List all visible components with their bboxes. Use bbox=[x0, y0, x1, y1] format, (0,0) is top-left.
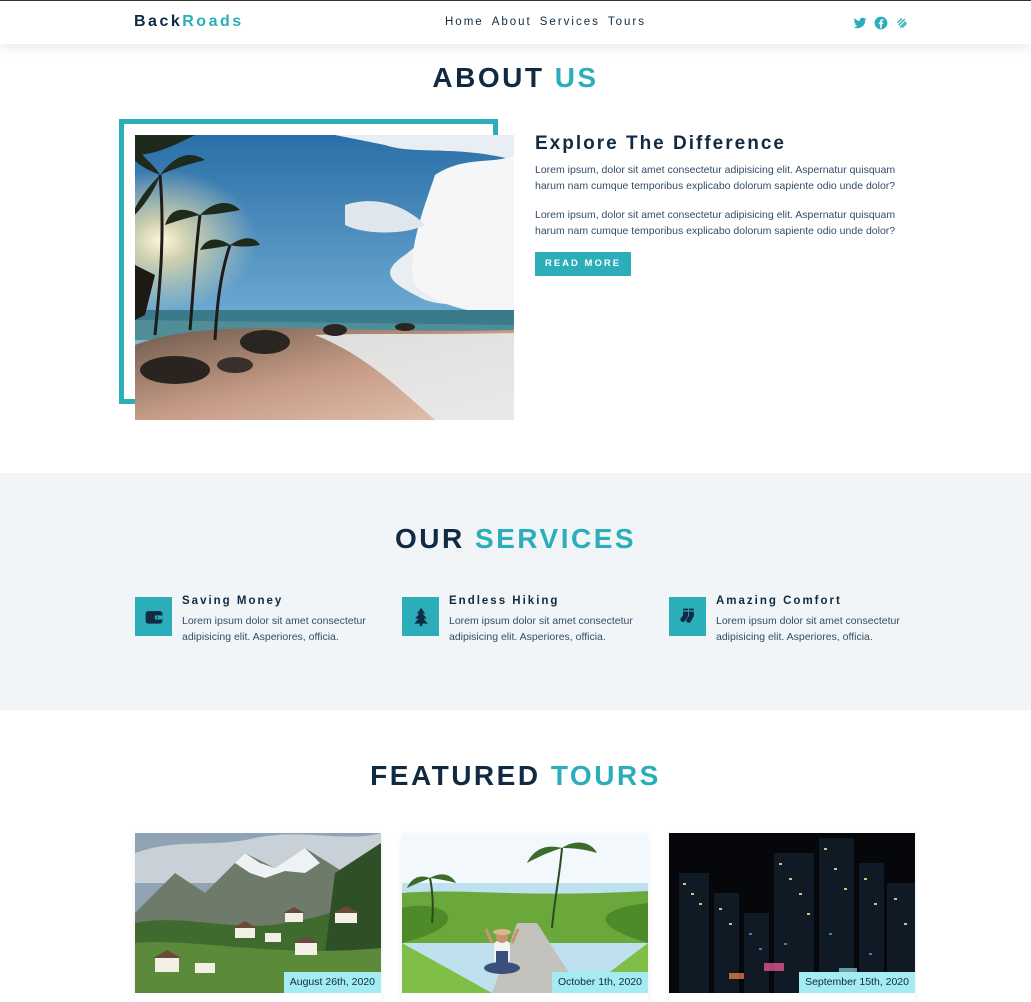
tours-title-part1: FEATURED bbox=[370, 760, 541, 791]
tour-image-city-night bbox=[669, 833, 915, 993]
twitter-icon[interactable] bbox=[853, 16, 867, 30]
service-text: Lorem ipsum dolor sit amet consectetur a… bbox=[182, 615, 366, 643]
nav-link-about[interactable]: About bbox=[492, 16, 532, 28]
about-title: ABOUT US bbox=[0, 62, 1031, 94]
tour-date: October 1th, 2020 bbox=[551, 972, 648, 993]
about-title-part2: US bbox=[554, 62, 599, 93]
nav-link-tours[interactable]: Tours bbox=[608, 16, 646, 28]
tour-card[interactable]: August 26th, 2020 bbox=[135, 833, 381, 1002]
service-text: Lorem ipsum dolor sit amet consectetur a… bbox=[716, 615, 900, 643]
service-item-saving-money: Saving Money Lorem ipsum dolor sit amet … bbox=[135, 595, 385, 655]
tour-image-jungle-road bbox=[402, 833, 648, 993]
about-paragraph-2: Lorem ipsum, dolor sit amet consectetur … bbox=[535, 209, 896, 237]
services-title-part2: SERVICES bbox=[474, 523, 637, 554]
logo-part2: Roads bbox=[182, 13, 244, 30]
tour-card[interactable]: October 1th, 2020 bbox=[402, 833, 648, 1002]
facebook-icon[interactable] bbox=[874, 16, 888, 30]
about-heading: Explore The Difference bbox=[535, 133, 786, 154]
nav-link-home[interactable]: Home bbox=[445, 16, 484, 28]
about-paragraph-1: Lorem ipsum, dolor sit amet consectetur … bbox=[535, 164, 896, 192]
services-title-part1: OUR bbox=[394, 523, 465, 554]
socks-icon bbox=[669, 597, 706, 636]
services-section bbox=[0, 473, 1031, 710]
tours-title-part2: TOURS bbox=[550, 760, 661, 791]
tour-date: August 26th, 2020 bbox=[283, 972, 381, 993]
social-icons bbox=[853, 16, 909, 30]
service-title: Saving Money bbox=[182, 595, 284, 607]
tour-date: September 15th, 2020 bbox=[799, 972, 915, 993]
tours-title: FEATURED TOURS bbox=[0, 760, 1031, 792]
services-title: OUR SERVICES bbox=[0, 523, 1031, 555]
service-item-endless-hiking: Endless Hiking Lorem ipsum dolor sit ame… bbox=[402, 595, 652, 655]
navbar: BackRoads Home About Services Tours bbox=[0, 0, 1031, 44]
about-beach-image bbox=[135, 135, 514, 420]
logo-part1: Back bbox=[134, 13, 183, 30]
logo[interactable]: BackRoads bbox=[134, 13, 244, 31]
tour-image-mountains bbox=[135, 833, 381, 993]
read-more-button[interactable]: READ MORE bbox=[535, 252, 631, 276]
tree-icon bbox=[402, 597, 439, 636]
wallet-icon bbox=[135, 597, 172, 636]
squarespace-icon[interactable] bbox=[895, 16, 909, 30]
service-title: Endless Hiking bbox=[449, 595, 560, 607]
service-item-amazing-comfort: Amazing Comfort Lorem ipsum dolor sit am… bbox=[669, 595, 919, 655]
about-title-part1: ABOUT bbox=[432, 62, 545, 93]
service-title: Amazing Comfort bbox=[716, 595, 842, 607]
service-text: Lorem ipsum dolor sit amet consectetur a… bbox=[449, 615, 633, 643]
nav-links: Home About Services Tours bbox=[445, 16, 646, 28]
nav-link-services[interactable]: Services bbox=[540, 16, 600, 28]
tour-card[interactable]: September 15th, 2020 bbox=[669, 833, 915, 1002]
